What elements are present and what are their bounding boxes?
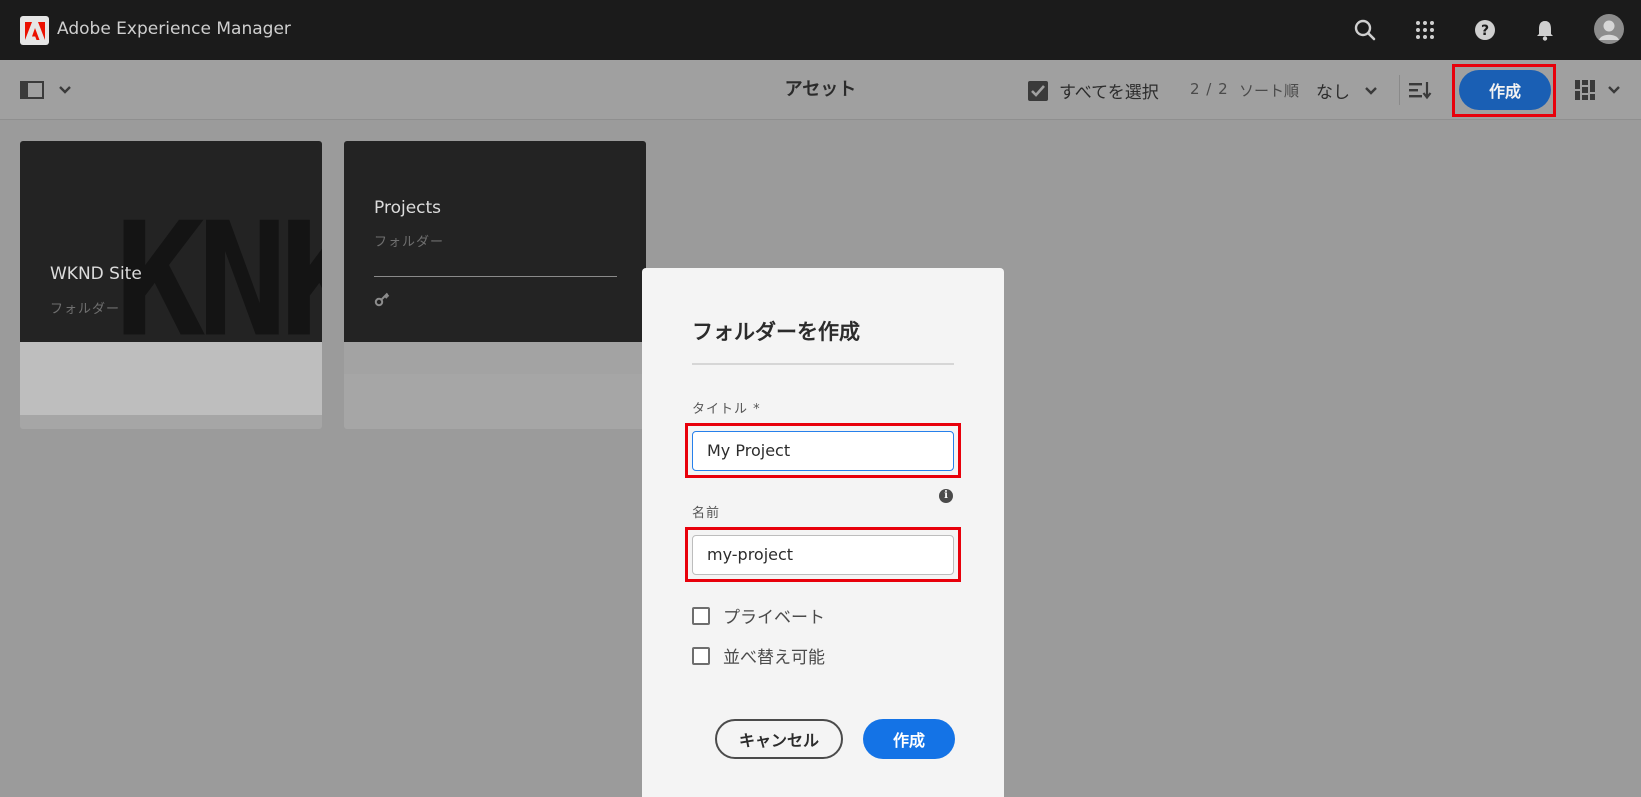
rail-toggle-button[interactable] (20, 80, 72, 100)
orderable-checkbox-row[interactable]: 並べ替え可能 (692, 643, 825, 668)
card-thumbnail-text: KNKN (115, 189, 322, 373)
cancel-button[interactable]: キャンセル (715, 719, 843, 759)
card-subtitle: フォルダー (50, 302, 121, 317)
chevron-down-icon (1608, 86, 1620, 94)
notifications-bell-icon[interactable] (1531, 16, 1559, 44)
adobe-logo[interactable] (20, 16, 49, 45)
card-view-icon (1575, 80, 1595, 100)
select-all-button[interactable]: すべてを選択 (1027, 78, 1159, 103)
select-all-label: すべてを選択 (1059, 83, 1159, 103)
card-footer (344, 342, 646, 374)
orderable-checkbox[interactable] (692, 646, 710, 665)
apps-grid-icon[interactable] (1411, 16, 1439, 44)
highlight-box-create (1452, 64, 1556, 117)
sort-label-text: ソート順 (1239, 82, 1300, 100)
create-folder-dialog: フォルダーを作成 タイトル * My Project i 名前 my-proje… (642, 268, 1004, 797)
private-checkbox-label: プライベート (723, 608, 825, 628)
card-divider (374, 276, 617, 277)
search-icon[interactable] (1351, 16, 1379, 44)
orderable-checkbox-label: 並べ替え可能 (723, 648, 825, 668)
dialog-divider (692, 363, 954, 365)
select-all-checkbox-icon (1028, 80, 1048, 101)
shell-bar: Adobe Experience Manager ? (0, 0, 1641, 60)
view-switcher[interactable] (1575, 80, 1621, 100)
card-title: Projects (374, 198, 442, 218)
dialog-title: フォルダーを作成 (692, 320, 860, 344)
user-avatar[interactable] (1594, 14, 1624, 44)
card-thumbnail: Projects フォルダー (344, 141, 646, 342)
info-icon[interactable]: i (939, 489, 953, 503)
item-count-text: 2 / 2 (1190, 80, 1229, 98)
card-footer (20, 342, 322, 415)
chevron-down-icon (1365, 86, 1377, 95)
name-field-label: 名前 (692, 506, 721, 521)
sort-label: ソート順 (1239, 80, 1299, 101)
app-title[interactable]: Adobe Experience Manager (57, 18, 291, 40)
sort-value: なし (1316, 83, 1350, 103)
asset-card-projects[interactable]: Projects フォルダー (344, 141, 646, 429)
card-title: WKND Site (50, 264, 142, 284)
private-checkbox[interactable] (692, 606, 710, 625)
side-panel-icon (20, 81, 44, 99)
key-icon (374, 292, 390, 307)
sort-direction-button[interactable] (1408, 80, 1432, 100)
private-checkbox-row[interactable]: プライベート (692, 603, 825, 628)
item-count: 2 / 2 (1190, 80, 1229, 98)
highlight-box-title (685, 423, 961, 478)
sort-dropdown[interactable]: なし (1316, 78, 1378, 103)
title-field-label: タイトル * (692, 402, 761, 417)
help-icon[interactable]: ? (1471, 16, 1499, 44)
dialog-create-button[interactable]: 作成 (863, 719, 955, 759)
chevron-down-icon (59, 86, 71, 94)
svg-text:?: ? (1481, 23, 1489, 39)
highlight-box-name (685, 527, 961, 582)
card-subtitle: フォルダー (374, 235, 445, 250)
divider (1399, 75, 1400, 105)
adobe-logo-icon (24, 21, 45, 40)
card-thumbnail: KNKN WKND Site フォルダー (20, 141, 322, 360)
action-bar (0, 60, 1641, 120)
asset-card-wknd-site[interactable]: KNKN WKND Site フォルダー (20, 141, 322, 429)
sort-direction-icon (1409, 82, 1432, 100)
